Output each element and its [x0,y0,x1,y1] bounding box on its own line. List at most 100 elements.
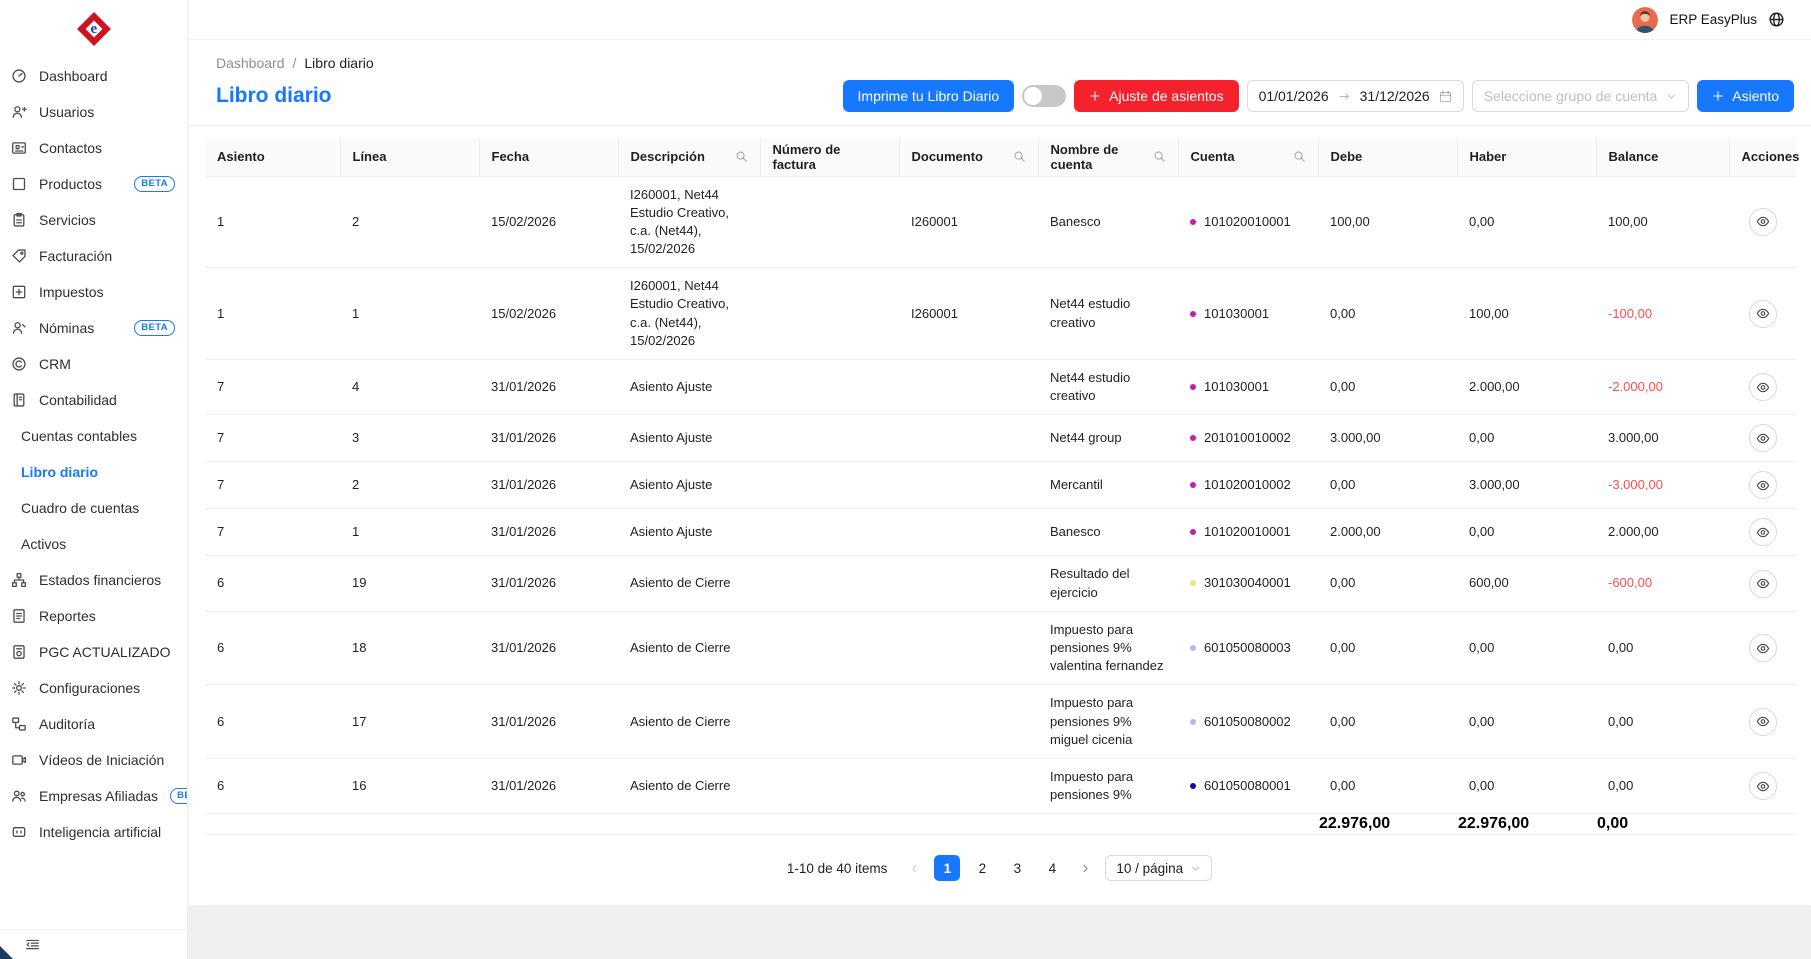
cell-haber: 0,00 [1457,176,1596,268]
view-entry-button[interactable] [1749,518,1777,546]
date-start-field[interactable]: 01/01/2026 [1259,88,1329,104]
user-avatar[interactable] [1632,7,1658,33]
account-group-placeholder: Seleccione grupo de cuenta [1484,88,1658,104]
cell-descripcion: I260001, Net44 Estudio Creativo, c.a. (N… [618,176,760,268]
print-journal-button[interactable]: Imprime tu Libro Diario [843,80,1015,112]
account-group-select[interactable]: Seleccione grupo de cuenta [1472,80,1690,112]
cell-documento [899,462,1038,509]
view-entry-button[interactable] [1749,634,1777,662]
sidebar-item-dashboard[interactable]: Dashboard [0,58,187,94]
sidebar-item-facturacion[interactable]: Facturación [0,238,187,274]
sidebar-subitem-activos[interactable]: Activos [0,526,187,562]
sidebar-subitem-cuadro-de-cuentas[interactable]: Cuadro de cuentas [0,490,187,526]
view-entry-button[interactable] [1749,772,1777,800]
view-entry-button[interactable] [1749,208,1777,236]
journal-toggle[interactable] [1022,85,1066,107]
account-color-dot [1190,482,1196,488]
view-entry-button[interactable] [1749,373,1777,401]
cell-acciones [1729,176,1796,268]
cell-documento: I260001 [899,268,1038,360]
eye-icon [1756,714,1770,729]
sidebar-item-label: Reportes [39,608,96,624]
add-entry-button[interactable]: Asiento [1697,80,1794,112]
cell-nombre-cuenta: Net44 group [1038,415,1178,462]
cell-acciones [1729,556,1796,611]
sidebar-item-label: Productos [39,176,102,192]
cell-haber: 100,00 [1457,268,1596,360]
search-icon[interactable] [1293,150,1306,163]
column-header-balance: Balance [1596,138,1729,176]
sidebar-item-productos[interactable]: Productos BETA [0,166,187,202]
cell-documento [899,685,1038,759]
cell-linea: 17 [340,685,479,759]
sidebar-item-videos-de-iniciacion[interactable]: Vídeos de Iniciación [0,742,187,778]
pagination: 1-10 de 40 items 1234 10 / página [188,855,1811,881]
view-entry-button[interactable] [1749,300,1777,328]
sidebar-item-empresas-afiliadas[interactable]: Empresas AfiliadasBETA [0,778,187,814]
pagination-page-2[interactable]: 2 [969,855,995,881]
account-color-dot [1190,645,1196,651]
sidebar-item-nominas[interactable]: NóminasBETA [0,310,187,346]
pagination-prev-button[interactable] [903,855,925,881]
summary-row: 22.976,00 22.976,00 0,00 [205,814,1796,835]
cell-balance: 2.000,00 [1596,509,1729,556]
sidebar-subitem-libro-diario[interactable]: Libro diario [0,454,187,490]
account-code: 601050080002 [1204,714,1291,729]
column-label: Fecha [492,149,530,164]
sidebar-item-estados-financieros[interactable]: Estados financieros [0,562,187,598]
date-end-field[interactable]: 31/12/2026 [1360,88,1430,104]
date-range-picker[interactable]: 01/01/2026 31/12/2026 [1247,80,1464,112]
search-icon[interactable] [1013,150,1026,163]
chevron-right-icon [1080,863,1091,874]
sidebar-item-auditoria[interactable]: Auditoría [0,706,187,742]
sidebar-subitem-cuentas-contables[interactable]: Cuentas contables [0,418,187,454]
view-entry-button[interactable] [1749,471,1777,499]
payroll-icon [11,320,27,336]
account-color-dot [1190,783,1196,789]
calendar-icon [1439,90,1452,103]
sidebar-item-contactos[interactable]: Contactos [0,130,187,166]
breadcrumb-dashboard[interactable]: Dashboard [216,55,285,71]
app-logo[interactable]: e [0,0,187,58]
sidebar-item-crm[interactable]: CRM [0,346,187,382]
affiliated-companies-icon [11,788,27,804]
collapse-sidebar-icon[interactable] [25,937,40,952]
column-header-haber: Haber [1457,138,1596,176]
pagination-page-1[interactable]: 1 [934,855,960,881]
cell-haber: 600,00 [1457,556,1596,611]
pagination-next-button[interactable] [1074,855,1096,881]
cell-descripcion: Asiento Ajuste [618,509,760,556]
cell-balance: 0,00 [1596,611,1729,685]
cell-numero-factura [760,556,899,611]
sidebar-item-inteligencia-artificial[interactable]: Inteligencia artificial [0,814,187,850]
view-entry-button[interactable] [1749,708,1777,736]
sidebar-item-usuarios[interactable]: Usuarios [0,94,187,130]
sidebar-item-contabilidad[interactable]: Contabilidad [0,382,187,418]
sidebar-item-configuraciones[interactable]: Configuraciones [0,670,187,706]
page-size-select[interactable]: 10 / página [1105,855,1212,881]
search-icon[interactable] [735,150,748,163]
adjust-entries-button[interactable]: Ajuste de asientos [1074,80,1238,112]
user-name[interactable]: ERP EasyPlus [1669,12,1757,27]
search-icon[interactable] [1153,150,1166,163]
cell-cuenta: 301030040001 [1178,556,1318,611]
view-entry-button[interactable] [1749,570,1777,598]
column-label: Acciones [1742,149,1800,164]
sidebar-item-impuestos[interactable]: Impuestos [0,274,187,310]
cell-acciones [1729,611,1796,685]
pagination-page-4[interactable]: 4 [1039,855,1065,881]
cell-acciones [1729,509,1796,556]
view-entry-button[interactable] [1749,424,1777,452]
sidebar-item-servicios[interactable]: Servicios [0,202,187,238]
beta-badge: BETA [134,176,175,192]
journal-table-wrap: AsientoLíneaFechaDescripciónNúmero de fa… [205,138,1794,835]
cell-acciones [1729,268,1796,360]
globe-icon[interactable] [1768,11,1785,28]
pagination-page-3[interactable]: 3 [1004,855,1030,881]
add-entry-label: Asiento [1732,88,1779,104]
cell-linea: 19 [340,556,479,611]
sidebar-item-reportes[interactable]: Reportes [0,598,187,634]
table-row: 7131/01/2026Asiento AjusteBanesco1010200… [205,509,1796,556]
cell-debe: 0,00 [1318,758,1457,813]
sidebar-item-pgc-actualizado[interactable]: PGC ACTUALIZADO [0,634,187,670]
